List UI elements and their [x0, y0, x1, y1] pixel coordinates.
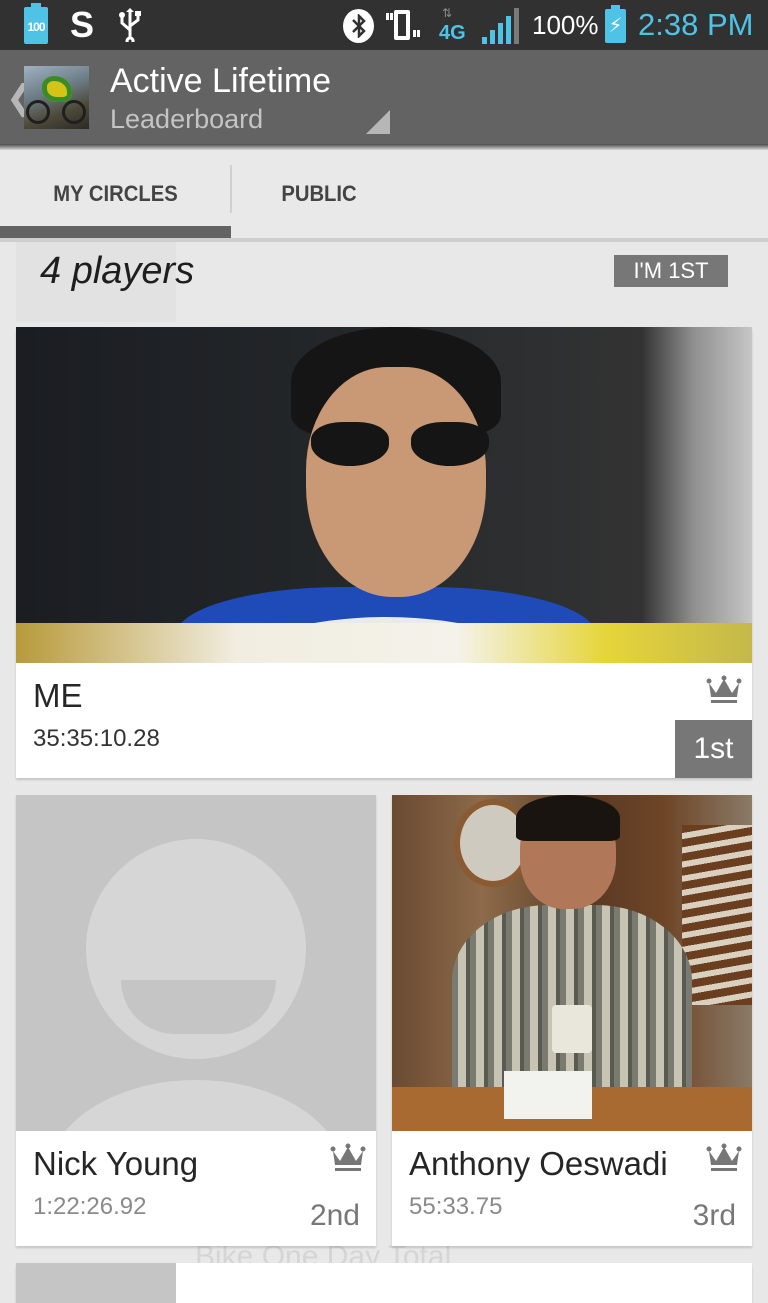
- rank-badge: 2nd: [309, 1199, 360, 1232]
- rank-badge: 3rd: [692, 1199, 736, 1232]
- player-photo: [16, 327, 752, 663]
- default-avatar-icon: [16, 795, 376, 1131]
- player-info: Nick Young 1:22:26.92 2nd: [16, 1131, 376, 1246]
- player-name: Anthony Oeswadi: [409, 1145, 668, 1182]
- crown-icon: [706, 675, 742, 703]
- player-card-nick-young[interactable]: Nick Young 1:22:26.92 2nd: [16, 795, 376, 1246]
- battery-level-label: 100: [27, 20, 45, 34]
- signal-strength-icon: [482, 8, 522, 44]
- tab-divider: [230, 165, 232, 213]
- sync-s-icon: S: [70, 4, 95, 45]
- battery-charging-icon: ⚡: [605, 5, 626, 43]
- tab-my-circles[interactable]: MY CIRCLES: [9, 150, 222, 238]
- network-type-label: 4G: [439, 22, 466, 44]
- spinner-dropdown-icon[interactable]: [366, 110, 390, 134]
- player-card-me[interactable]: ME 35:35:10.28 1st: [16, 327, 752, 778]
- player-name: Nick Young: [33, 1145, 199, 1182]
- battery-percent: 100%: [532, 9, 599, 40]
- app-subtitle-spinner[interactable]: Leaderboard: [110, 104, 263, 135]
- player-time: 1:22:26.92: [33, 1193, 147, 1220]
- bluetooth-icon: [343, 9, 374, 43]
- players-count: 4 players: [40, 250, 195, 292]
- rank-badge: 1st: [675, 720, 752, 778]
- player-time: 35:35:10.28: [33, 725, 160, 752]
- selected-tab-indicator: [0, 226, 231, 238]
- crown-icon: [706, 1143, 742, 1171]
- battery-level-icon: 100: [24, 3, 48, 44]
- data-arrows-icon: ⇅: [442, 6, 452, 20]
- crown-icon: [330, 1143, 366, 1171]
- player-time: 55:33.75: [409, 1193, 503, 1220]
- player-info: Anthony Oeswadi 55:33.75 3rd: [392, 1131, 752, 1246]
- player-photo: [392, 795, 752, 1131]
- charging-bolt-icon: ⚡: [608, 15, 623, 37]
- player-card-partial[interactable]: [16, 1263, 752, 1303]
- player-card-anthony-oeswadi[interactable]: Anthony Oeswadi 55:33.75 3rd: [392, 795, 752, 1246]
- vibrate-icon: [386, 10, 422, 40]
- player-photo-placeholder: [16, 1263, 176, 1303]
- status-bar: 100 S ⇅ 4G 100% ⚡ 2:38 PM: [0, 0, 768, 50]
- my-rank-button[interactable]: I'M 1ST: [614, 255, 728, 287]
- player-info: ME 35:35:10.28 1st: [16, 663, 752, 778]
- usb-icon: [118, 0, 142, 50]
- tab-public[interactable]: PUBLIC: [238, 150, 400, 238]
- network-4g-icon: ⇅ 4G: [438, 4, 468, 46]
- player-name: ME: [33, 677, 83, 714]
- app-title[interactable]: Active Lifetime: [110, 62, 331, 101]
- clock: 2:38 PM: [638, 7, 754, 42]
- app-logo-cyclist[interactable]: [24, 66, 89, 129]
